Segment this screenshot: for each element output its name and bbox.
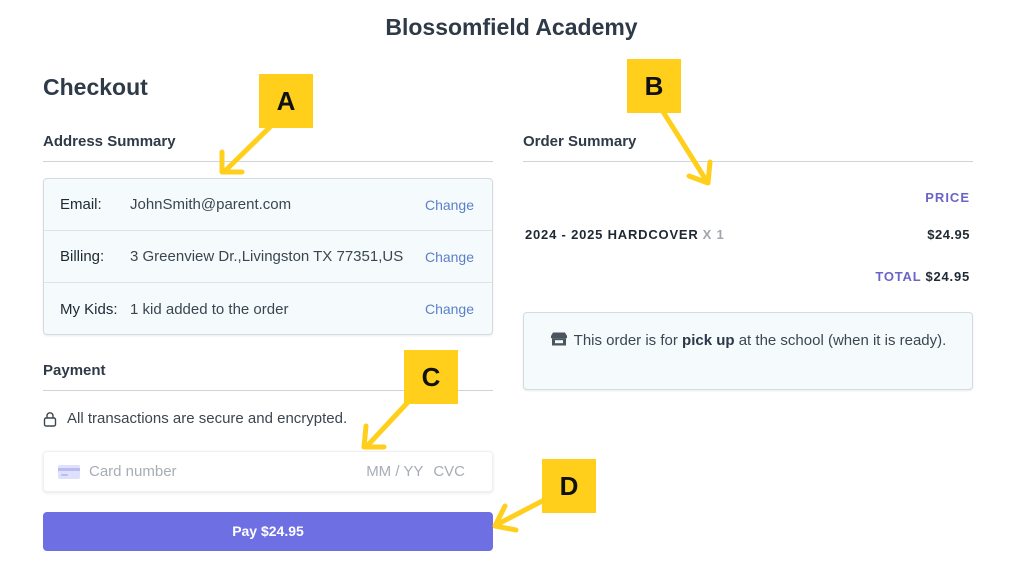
billing-value: 3 Greenview Dr.,Livingston TX 77351,US xyxy=(130,248,404,265)
order-item-qty: X 1 xyxy=(702,227,725,242)
arrow-b-head xyxy=(686,159,713,186)
kids-value: 1 kid added to the order xyxy=(130,300,289,318)
annotation-marker-c: C xyxy=(404,350,458,404)
store-icon xyxy=(550,332,567,346)
school-name: Blossomfield Academy xyxy=(385,14,638,40)
annotation-marker-d: D xyxy=(542,459,596,513)
annotation-marker-a: A xyxy=(259,74,313,128)
order-item-title: 2024 - 2025 HARDCOVER xyxy=(525,227,699,242)
order-summary-divider xyxy=(523,161,973,162)
pickup-note-card: This order is for pick up at the school … xyxy=(523,312,973,390)
address-summary-card: Email: JohnSmith@parent.com Change Billi… xyxy=(43,178,493,335)
order-item-name: 2024 - 2025 HARDCOVER X 1 xyxy=(525,227,725,242)
email-row: Email: JohnSmith@parent.com Change xyxy=(44,179,492,231)
order-total: TOTAL $24.95 xyxy=(875,269,970,284)
annotation-marker-b: B xyxy=(627,59,681,113)
secure-note-text: All transactions are secure and encrypte… xyxy=(67,410,348,427)
pickup-note-after: at the school (when it is ready). xyxy=(738,332,947,349)
pay-button[interactable]: Pay $24.95 xyxy=(43,512,493,551)
expiry-placeholder[interactable]: MM / YY xyxy=(366,463,423,480)
change-kids-link[interactable]: Change xyxy=(425,301,474,317)
card-number-placeholder: Card number xyxy=(89,463,177,480)
cvc-placeholder[interactable]: CVC xyxy=(433,463,465,480)
lock-icon xyxy=(43,411,57,427)
address-summary-title: Address Summary xyxy=(43,133,176,150)
credit-card-icon xyxy=(58,464,80,479)
arrow-c-line xyxy=(365,397,413,448)
pickup-note-before: This order is for xyxy=(573,332,678,349)
price-column-header: PRICE xyxy=(925,190,970,205)
card-number-field[interactable]: Card number MM / YY CVC xyxy=(43,451,493,492)
total-value: $24.95 xyxy=(925,269,970,284)
arrow-d-line xyxy=(495,495,551,527)
change-email-link[interactable]: Change xyxy=(425,197,474,213)
arrow-c-head xyxy=(361,423,387,450)
email-label: Email: xyxy=(60,196,102,213)
secure-note: All transactions are secure and encrypte… xyxy=(43,410,347,427)
billing-label: Billing: xyxy=(60,248,105,265)
arrow-d-head xyxy=(492,503,519,533)
total-label: TOTAL xyxy=(875,269,922,284)
pickup-note-bold: pick up xyxy=(682,332,735,349)
email-value: JohnSmith@parent.com xyxy=(130,196,292,213)
billing-row: Billing: 3 Greenview Dr.,Livingston TX 7… xyxy=(44,231,492,283)
page-title: Checkout xyxy=(43,74,148,100)
arrow-a-head xyxy=(219,149,245,175)
arrow-b-line xyxy=(659,107,709,183)
order-summary-title: Order Summary xyxy=(523,133,637,150)
change-billing-link[interactable]: Change xyxy=(425,249,474,265)
payment-title: Payment xyxy=(43,362,106,379)
card-expiry-cvc[interactable]: MM / YY CVC xyxy=(360,463,465,480)
arrow-a-line xyxy=(223,122,275,173)
kids-label: My Kids: xyxy=(60,300,118,318)
order-item-price: $24.95 xyxy=(927,227,970,242)
address-summary-divider xyxy=(43,161,493,162)
kids-row: My Kids: 1 kid added to the order Change xyxy=(44,283,492,335)
